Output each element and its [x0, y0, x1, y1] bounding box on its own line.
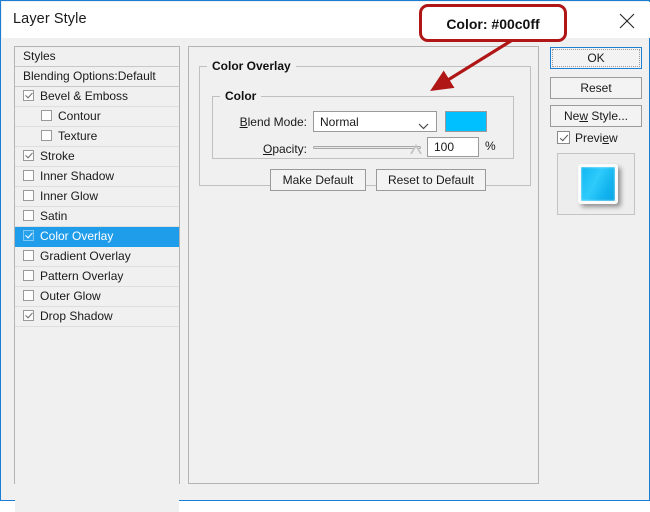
sidebar-item-satin[interactable]: Satin	[15, 207, 179, 227]
opacity-label: Opacity:	[262, 142, 307, 156]
color-swatch-button[interactable]	[445, 111, 487, 132]
checkbox-checked-icon[interactable]	[23, 310, 34, 321]
ok-button[interactable]: OK	[550, 47, 642, 69]
sidebar-item-drop-shadow[interactable]: Drop Shadow	[15, 307, 179, 327]
color-group: Color Blend Mode: Normal Opacity: 100 %	[212, 89, 514, 159]
checkbox-unchecked-icon[interactable]	[41, 110, 52, 121]
color-overlay-panel: Color Overlay Color Blend Mode: Normal O…	[188, 46, 539, 484]
checkbox-unchecked-icon[interactable]	[23, 290, 34, 301]
sidebar-item-inner-shadow[interactable]: Inner Shadow	[15, 167, 179, 187]
blend-mode-dropdown[interactable]: Normal	[313, 111, 437, 132]
window-title: Layer Style	[13, 11, 87, 27]
style-item-label: Color Overlay	[40, 229, 114, 243]
sidebar-item-pattern-overlay[interactable]: Pattern Overlay	[15, 267, 179, 287]
sidebar-item-contour[interactable]: Contour	[15, 107, 179, 127]
color-group-title: Color	[225, 89, 257, 103]
ok-button-label: OK	[587, 51, 605, 65]
styles-list-filler	[15, 327, 179, 512]
checkbox-checked-icon[interactable]	[23, 150, 34, 161]
opacity-slider-track	[313, 146, 421, 149]
annotation-text: Color: #00c0ff	[446, 16, 540, 32]
opacity-unit-label: %	[485, 139, 496, 153]
style-item-label: Stroke	[40, 149, 75, 163]
style-item-label: Bevel & Emboss	[40, 89, 129, 103]
blend-mode-label: Blend Mode:	[239, 115, 307, 129]
color-overlay-group-title: Color Overlay	[212, 59, 291, 73]
checkbox-unchecked-icon[interactable]	[23, 210, 34, 221]
style-item-label: Inner Glow	[40, 189, 99, 203]
close-button[interactable]	[604, 2, 650, 38]
checkbox-unchecked-icon[interactable]	[23, 250, 34, 261]
sidebar-item-gradient-overlay[interactable]: Gradient Overlay	[15, 247, 179, 267]
sidebar-item-stroke[interactable]: Stroke	[15, 147, 179, 167]
new-style-button[interactable]: New Style...	[550, 105, 642, 127]
layer-style-dialog: Layer Style Styles Blending Options:Defa…	[0, 0, 650, 512]
styles-list-items: Bevel & Emboss Contour Texture Stroke Inner …	[15, 87, 179, 327]
annotation-arrow	[430, 37, 515, 92]
style-item-label: Gradient Overlay	[40, 249, 131, 263]
preview-thumbnail	[557, 153, 635, 215]
checkbox-unchecked-icon[interactable]	[23, 190, 34, 201]
style-item-label: Contour	[58, 109, 101, 123]
opacity-input[interactable]: 100	[427, 137, 479, 157]
style-item-label: Drop Shadow	[40, 309, 113, 323]
opacity-slider[interactable]	[313, 140, 422, 156]
sidebar-item-color-overlay[interactable]: Color Overlay	[15, 227, 179, 247]
style-item-label: Pattern Overlay	[40, 269, 124, 283]
make-default-button[interactable]: Make Default	[270, 169, 366, 191]
sidebar-item-outer-glow[interactable]: Outer Glow	[15, 287, 179, 307]
preview-label: Preview	[575, 131, 618, 145]
preview-checkbox[interactable]: Preview	[557, 131, 618, 145]
reset-button[interactable]: Reset	[550, 77, 642, 99]
checkbox-checked-icon[interactable]	[23, 90, 34, 101]
opacity-slider-thumb[interactable]	[410, 144, 422, 154]
blend-mode-value: Normal	[320, 115, 359, 129]
style-item-label: Inner Shadow	[40, 169, 115, 183]
style-item-label: Satin	[40, 209, 68, 223]
checkbox-unchecked-icon[interactable]	[23, 170, 34, 181]
sidebar-item-inner-glow[interactable]: Inner Glow	[15, 187, 179, 207]
checkbox-unchecked-icon[interactable]	[23, 270, 34, 281]
style-item-label: Outer Glow	[40, 289, 101, 303]
checkbox-checked-icon	[557, 131, 570, 144]
styles-list-panel: Styles Blending Options:Default Bevel & …	[14, 46, 180, 512]
reset-to-default-button[interactable]: Reset to Default	[376, 169, 486, 191]
sidebar-item-texture[interactable]: Texture	[15, 127, 179, 147]
chevron-down-icon	[418, 119, 429, 133]
style-item-label: Texture	[58, 129, 98, 143]
preview-shape	[578, 164, 618, 204]
checkbox-unchecked-icon[interactable]	[41, 130, 52, 141]
styles-list-header: Styles	[15, 47, 179, 67]
sidebar-item-bevel-emboss[interactable]: Bevel & Emboss	[15, 87, 179, 107]
sidebar-item-blending-options[interactable]: Blending Options:Default	[15, 67, 179, 87]
checkbox-checked-icon[interactable]	[23, 230, 34, 241]
annotation-callout: Color: #00c0ff	[419, 4, 567, 42]
